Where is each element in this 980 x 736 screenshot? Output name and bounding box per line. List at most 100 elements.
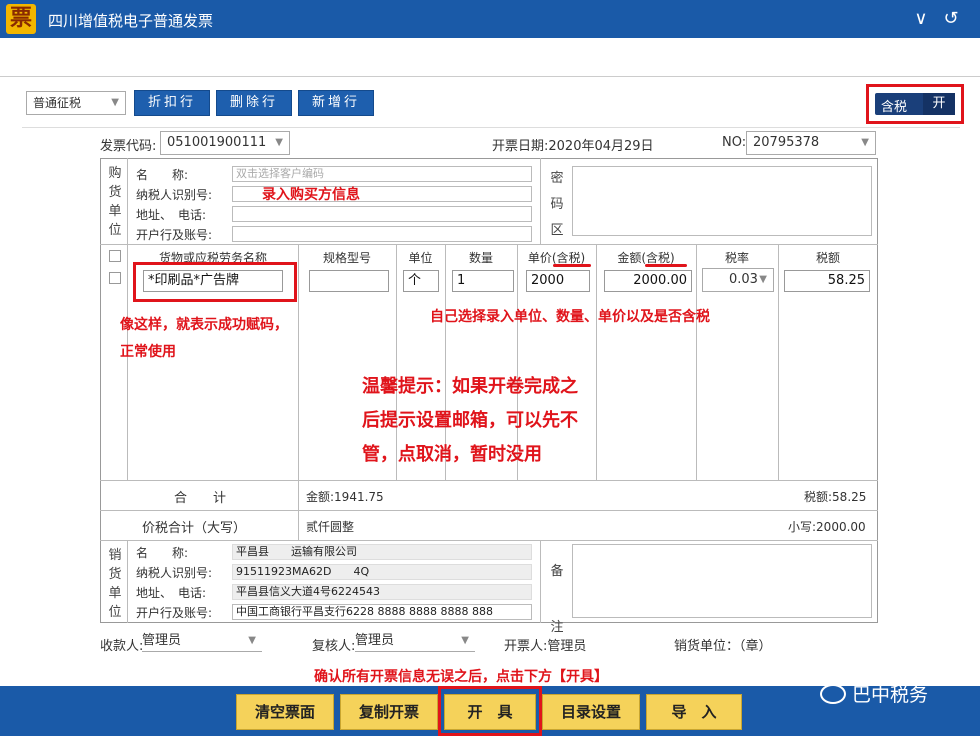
discount-row-button[interactable]: 折扣行 bbox=[134, 90, 210, 116]
divider bbox=[298, 244, 299, 480]
invoice-date: 开票日期:2020年04月29日 bbox=[492, 139, 654, 154]
invoice-no-select[interactable]: 20795378 ▼ bbox=[746, 131, 876, 155]
wechat-watermark: 巴中税务 bbox=[820, 680, 928, 707]
item-unit-input[interactable]: 个 bbox=[403, 270, 439, 292]
seller-side-char: 单 bbox=[108, 586, 122, 601]
seller-addr-value: 平昌县信义大道4号6224543 bbox=[232, 584, 532, 600]
window-title: 四川增值税电子普通发票 bbox=[48, 12, 214, 30]
divider bbox=[100, 510, 878, 511]
buyer-bank-input[interactable] bbox=[232, 226, 532, 242]
sum-label: 合 计 bbox=[174, 491, 227, 506]
back-icon[interactable]: ↺ bbox=[940, 8, 962, 30]
item-price-input[interactable]: 2000 bbox=[526, 270, 590, 292]
buyer-addr-input[interactable] bbox=[232, 206, 532, 222]
item-spec-input[interactable] bbox=[309, 270, 389, 292]
divider bbox=[778, 244, 779, 480]
buyer-name-label: 名 称: bbox=[136, 168, 189, 182]
divider bbox=[127, 244, 128, 480]
sum-tax: 税额:58.25 bbox=[804, 490, 867, 504]
col-header-unit: 单位 bbox=[408, 251, 433, 265]
add-row-button[interactable]: 新增行 bbox=[298, 90, 374, 116]
annotation-tip-2: 后提示设置邮箱，可以先不 bbox=[362, 410, 578, 431]
col-header-spec: 规格型号 bbox=[322, 251, 371, 265]
seller-addr-label: 地址、 电话: bbox=[136, 586, 207, 600]
divider bbox=[540, 158, 541, 244]
buyer-side-char: 货 bbox=[108, 185, 122, 200]
seller-name-value: 平昌县 运输有限公司 bbox=[232, 544, 532, 560]
annotation-success-2: 正常使用 bbox=[120, 344, 176, 360]
invoice-no-value: 20795378 bbox=[753, 135, 820, 150]
note-box[interactable] bbox=[572, 544, 872, 618]
seller-bank-value: 中国工商银行平昌支行6228 8888 8888 8888 888 bbox=[232, 604, 532, 620]
seller-side-char: 销 bbox=[108, 548, 122, 563]
copy-invoice-button[interactable]: 复制开票 bbox=[340, 694, 438, 730]
col-header-tax: 税额 bbox=[815, 251, 840, 265]
buyer-side-char: 购 bbox=[108, 166, 122, 181]
buyer-bank-label: 开户行及账号: bbox=[136, 228, 213, 242]
chevron-down-icon: ▼ bbox=[759, 274, 767, 285]
divider bbox=[696, 244, 697, 480]
invoice-logo-icon: 票 bbox=[6, 4, 36, 34]
note-char: 备 bbox=[550, 564, 564, 579]
secret-zone-char: 码 bbox=[550, 197, 564, 212]
clear-button[interactable]: 清空票面 bbox=[236, 694, 334, 730]
seller-side-char: 货 bbox=[108, 567, 122, 582]
divider bbox=[127, 540, 128, 623]
divider bbox=[100, 480, 878, 481]
annotation-choose: 自己选择录入单位、数量、单价以及是否含税 bbox=[430, 309, 710, 325]
issuer-label: 开票人:管理员 bbox=[504, 639, 587, 654]
invoice-no-label: NO: bbox=[722, 135, 747, 150]
total-upper-value: 贰仟圆整 bbox=[306, 520, 355, 534]
secret-zone-box bbox=[572, 166, 872, 236]
item-amount-input[interactable]: 2000.00 bbox=[604, 270, 692, 292]
delete-row-button[interactable]: 删除行 bbox=[216, 90, 292, 116]
divider bbox=[100, 540, 878, 541]
item-name-input[interactable]: *印刷品*广告牌 bbox=[143, 270, 283, 292]
payee-value: 管理员 bbox=[142, 633, 182, 648]
seller-side-char: 位 bbox=[108, 605, 122, 620]
tax-included-toggle[interactable]: 含税 开 bbox=[875, 93, 955, 115]
divider bbox=[127, 158, 128, 244]
buyer-addr-label: 地址、 电话: bbox=[136, 208, 207, 222]
reviewer-label: 复核人: bbox=[312, 639, 356, 654]
divider bbox=[100, 244, 878, 245]
total-lower-value: 小写:2000.00 bbox=[788, 520, 866, 534]
annotation-tip-3: 管，点取消，暂时没用 bbox=[362, 444, 542, 465]
tax-type-select[interactable]: 普通征税 ▼ bbox=[26, 91, 126, 115]
chevron-down-icon: ▼ bbox=[275, 137, 283, 148]
buyer-side-label: 购 货 单 位 bbox=[108, 164, 122, 240]
col-header-qty: 数量 bbox=[468, 251, 493, 265]
item-tax-input[interactable]: 58.25 bbox=[784, 270, 870, 292]
seller-bank-label: 开户行及账号: bbox=[136, 606, 213, 620]
item-qty-input[interactable]: 1 bbox=[452, 270, 514, 292]
select-all-checkbox[interactable] bbox=[109, 250, 121, 262]
tax-type-value: 普通征税 bbox=[33, 96, 82, 110]
reviewer-select[interactable]: 管理员 ▼ bbox=[355, 632, 475, 652]
payee-label: 收款人: bbox=[100, 639, 144, 654]
annotation-tip-1: 温馨提示：如果开卷完成之 bbox=[362, 376, 578, 397]
toolbar-divider bbox=[0, 76, 980, 77]
annotation-confirm: 确认所有开票信息无误之后，点击下方【开具】 bbox=[314, 669, 608, 685]
minimize-icon[interactable]: ∨ bbox=[910, 8, 932, 30]
secret-zone-label: 密 码 区 bbox=[550, 166, 564, 244]
annotation-buyer-info: 录入购买方信息 bbox=[262, 187, 360, 203]
import-button[interactable]: 导 入 bbox=[646, 694, 742, 730]
seller-name-label: 名 称: bbox=[136, 546, 189, 560]
buyer-name-input[interactable]: 双击选择客户编码 bbox=[232, 166, 532, 182]
total-upper-label: 价税合计（大写） bbox=[142, 521, 247, 536]
reviewer-value: 管理员 bbox=[355, 633, 395, 648]
issue-button[interactable]: 开 具 bbox=[444, 694, 536, 730]
price-underline bbox=[553, 264, 591, 267]
row-checkbox[interactable] bbox=[109, 272, 121, 284]
payee-select[interactable]: 管理员 ▼ bbox=[142, 632, 262, 652]
buyer-taxid-label: 纳税人识别号: bbox=[136, 188, 213, 202]
secret-zone-char: 密 bbox=[550, 171, 564, 186]
chevron-down-icon: ▼ bbox=[461, 635, 469, 646]
toggle-state: 开 bbox=[923, 93, 955, 115]
sum-amount: 金额:1941.75 bbox=[306, 490, 384, 504]
toggle-label: 含税 bbox=[881, 100, 908, 115]
seal-label: 销货单位：（章） bbox=[674, 639, 772, 654]
invoice-code-select[interactable]: 051001900111 ▼ bbox=[160, 131, 290, 155]
catalog-settings-button[interactable]: 目录设置 bbox=[542, 694, 640, 730]
item-rate-select[interactable]: 0.03 ▼ bbox=[702, 268, 774, 292]
